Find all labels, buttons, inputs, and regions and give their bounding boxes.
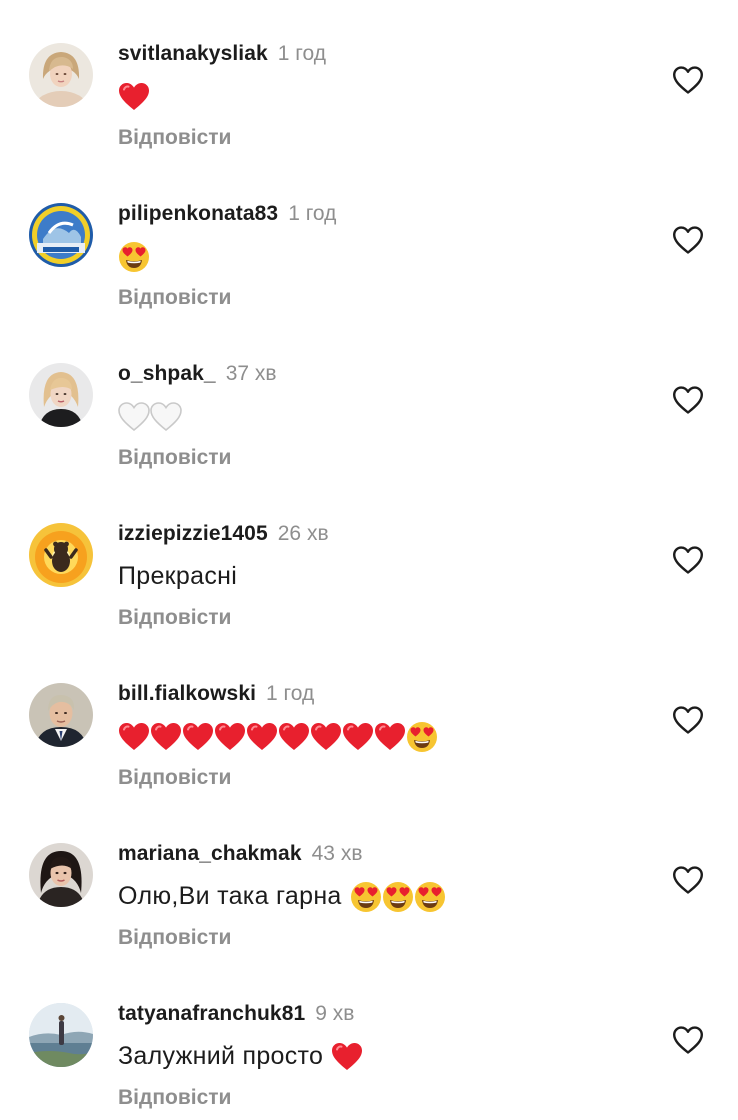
like-heart-icon[interactable] (672, 225, 704, 255)
avatar[interactable] (29, 523, 93, 587)
comment-text-content: Залужний просто (118, 1042, 324, 1070)
like-heart-icon[interactable] (672, 385, 704, 415)
comment-timestamp: 9 хв (315, 1002, 355, 1025)
comment-timestamp: 43 хв (311, 842, 363, 865)
comment-item: tatyanafranchuk81 9 хв Залужний просто Відп… (0, 960, 738, 1120)
reply-button[interactable]: Відповісти (118, 605, 231, 631)
heart-eyes-emoji-icon (406, 721, 438, 753)
username-link[interactable]: izziepizzie1405 (118, 522, 268, 545)
avatar[interactable] (29, 43, 93, 107)
emoji-row (118, 721, 438, 753)
comment-item: o_shpak_ 37 хв Відповісти (0, 320, 738, 480)
comment-meta: bill.fialkowski 1 год (118, 681, 314, 707)
avatar[interactable] (29, 683, 93, 747)
comment-meta: izziepizzie1405 26 хв (118, 521, 329, 547)
emoji-row (350, 881, 446, 913)
heart-eyes-emoji-icon (350, 881, 382, 913)
heart-eyes-emoji-icon (382, 881, 414, 913)
red-heart-emoji-icon (150, 721, 182, 753)
comment-item: pilipenkonata83 1 год Відповісти (0, 160, 738, 320)
like-heart-icon[interactable] (672, 865, 704, 895)
comment-text: Залужний просто (118, 1040, 363, 1073)
like-heart-icon[interactable] (672, 705, 704, 735)
emoji-row (118, 241, 150, 273)
red-heart-emoji-icon (182, 721, 214, 753)
comment-timestamp: 26 хв (277, 522, 329, 545)
reply-button[interactable]: Відповісти (118, 1085, 231, 1111)
like-heart-icon[interactable] (672, 65, 704, 95)
heart-eyes-emoji-icon (118, 241, 150, 273)
red-heart-emoji-icon (246, 721, 278, 753)
red-heart-emoji-icon (310, 721, 342, 753)
avatar[interactable] (29, 843, 93, 907)
comment-item: izziepizzie1405 26 хв Прекрасні Відповісти (0, 480, 738, 640)
red-heart-emoji-icon (374, 721, 406, 753)
comment-text: Олю,Ви така гарна (118, 880, 446, 913)
username-link[interactable]: svitlanakysliak (118, 42, 268, 65)
comment-text-content: Прекрасні (118, 562, 238, 590)
white-heart-emoji-icon (118, 401, 150, 433)
comment-timestamp: 1 год (266, 682, 315, 705)
comment-text: Прекрасні (118, 560, 237, 592)
username-link[interactable]: tatyanafranchuk81 (118, 1002, 305, 1025)
comment-text (118, 240, 150, 273)
reply-button[interactable]: Відповісти (118, 925, 231, 951)
comment-text (118, 720, 438, 753)
comment-timestamp: 1 год (277, 42, 326, 65)
comment-timestamp: 37 хв (225, 362, 277, 385)
avatar[interactable] (29, 1003, 93, 1067)
comment-meta: pilipenkonata83 1 год (118, 201, 336, 227)
red-heart-emoji-icon (331, 1041, 363, 1073)
comment-text (118, 80, 150, 113)
reply-button[interactable]: Відповісти (118, 445, 231, 471)
emoji-row (331, 1041, 363, 1073)
white-heart-emoji-icon (150, 401, 182, 433)
comment-text (118, 400, 182, 433)
emoji-row (118, 81, 150, 113)
username-link[interactable]: pilipenkonata83 (118, 202, 278, 225)
reply-button[interactable]: Відповісти (118, 765, 231, 791)
username-link[interactable]: mariana_chakmak (118, 842, 302, 865)
red-heart-emoji-icon (118, 81, 150, 113)
username-link[interactable]: bill.fialkowski (118, 682, 256, 705)
like-heart-icon[interactable] (672, 545, 704, 575)
comment-meta: o_shpak_ 37 хв (118, 361, 277, 387)
comment-timestamp: 1 год (288, 202, 337, 225)
red-heart-emoji-icon (214, 721, 246, 753)
username-link[interactable]: o_shpak_ (118, 362, 216, 385)
comment-item: svitlanakysliak 1 год Відповісти (0, 0, 738, 160)
emoji-row (118, 401, 182, 433)
comment-meta: svitlanakysliak 1 год (118, 41, 326, 67)
comment-item: bill.fialkowski 1 год Відповісти (0, 640, 738, 800)
reply-button[interactable]: Відповісти (118, 125, 231, 151)
comment-item: mariana_chakmak 43 хв Олю,Ви така гарна Від… (0, 800, 738, 960)
avatar[interactable] (29, 203, 93, 267)
comment-meta: mariana_chakmak 43 хв (118, 841, 362, 867)
avatar[interactable] (29, 363, 93, 427)
heart-eyes-emoji-icon (414, 881, 446, 913)
red-heart-emoji-icon (278, 721, 310, 753)
comment-meta: tatyanafranchuk81 9 хв (118, 1001, 354, 1027)
comment-text-content: Олю,Ви така гарна (118, 882, 342, 910)
reply-button[interactable]: Відповісти (118, 285, 231, 311)
red-heart-emoji-icon (342, 721, 374, 753)
like-heart-icon[interactable] (672, 1025, 704, 1055)
red-heart-emoji-icon (118, 721, 150, 753)
